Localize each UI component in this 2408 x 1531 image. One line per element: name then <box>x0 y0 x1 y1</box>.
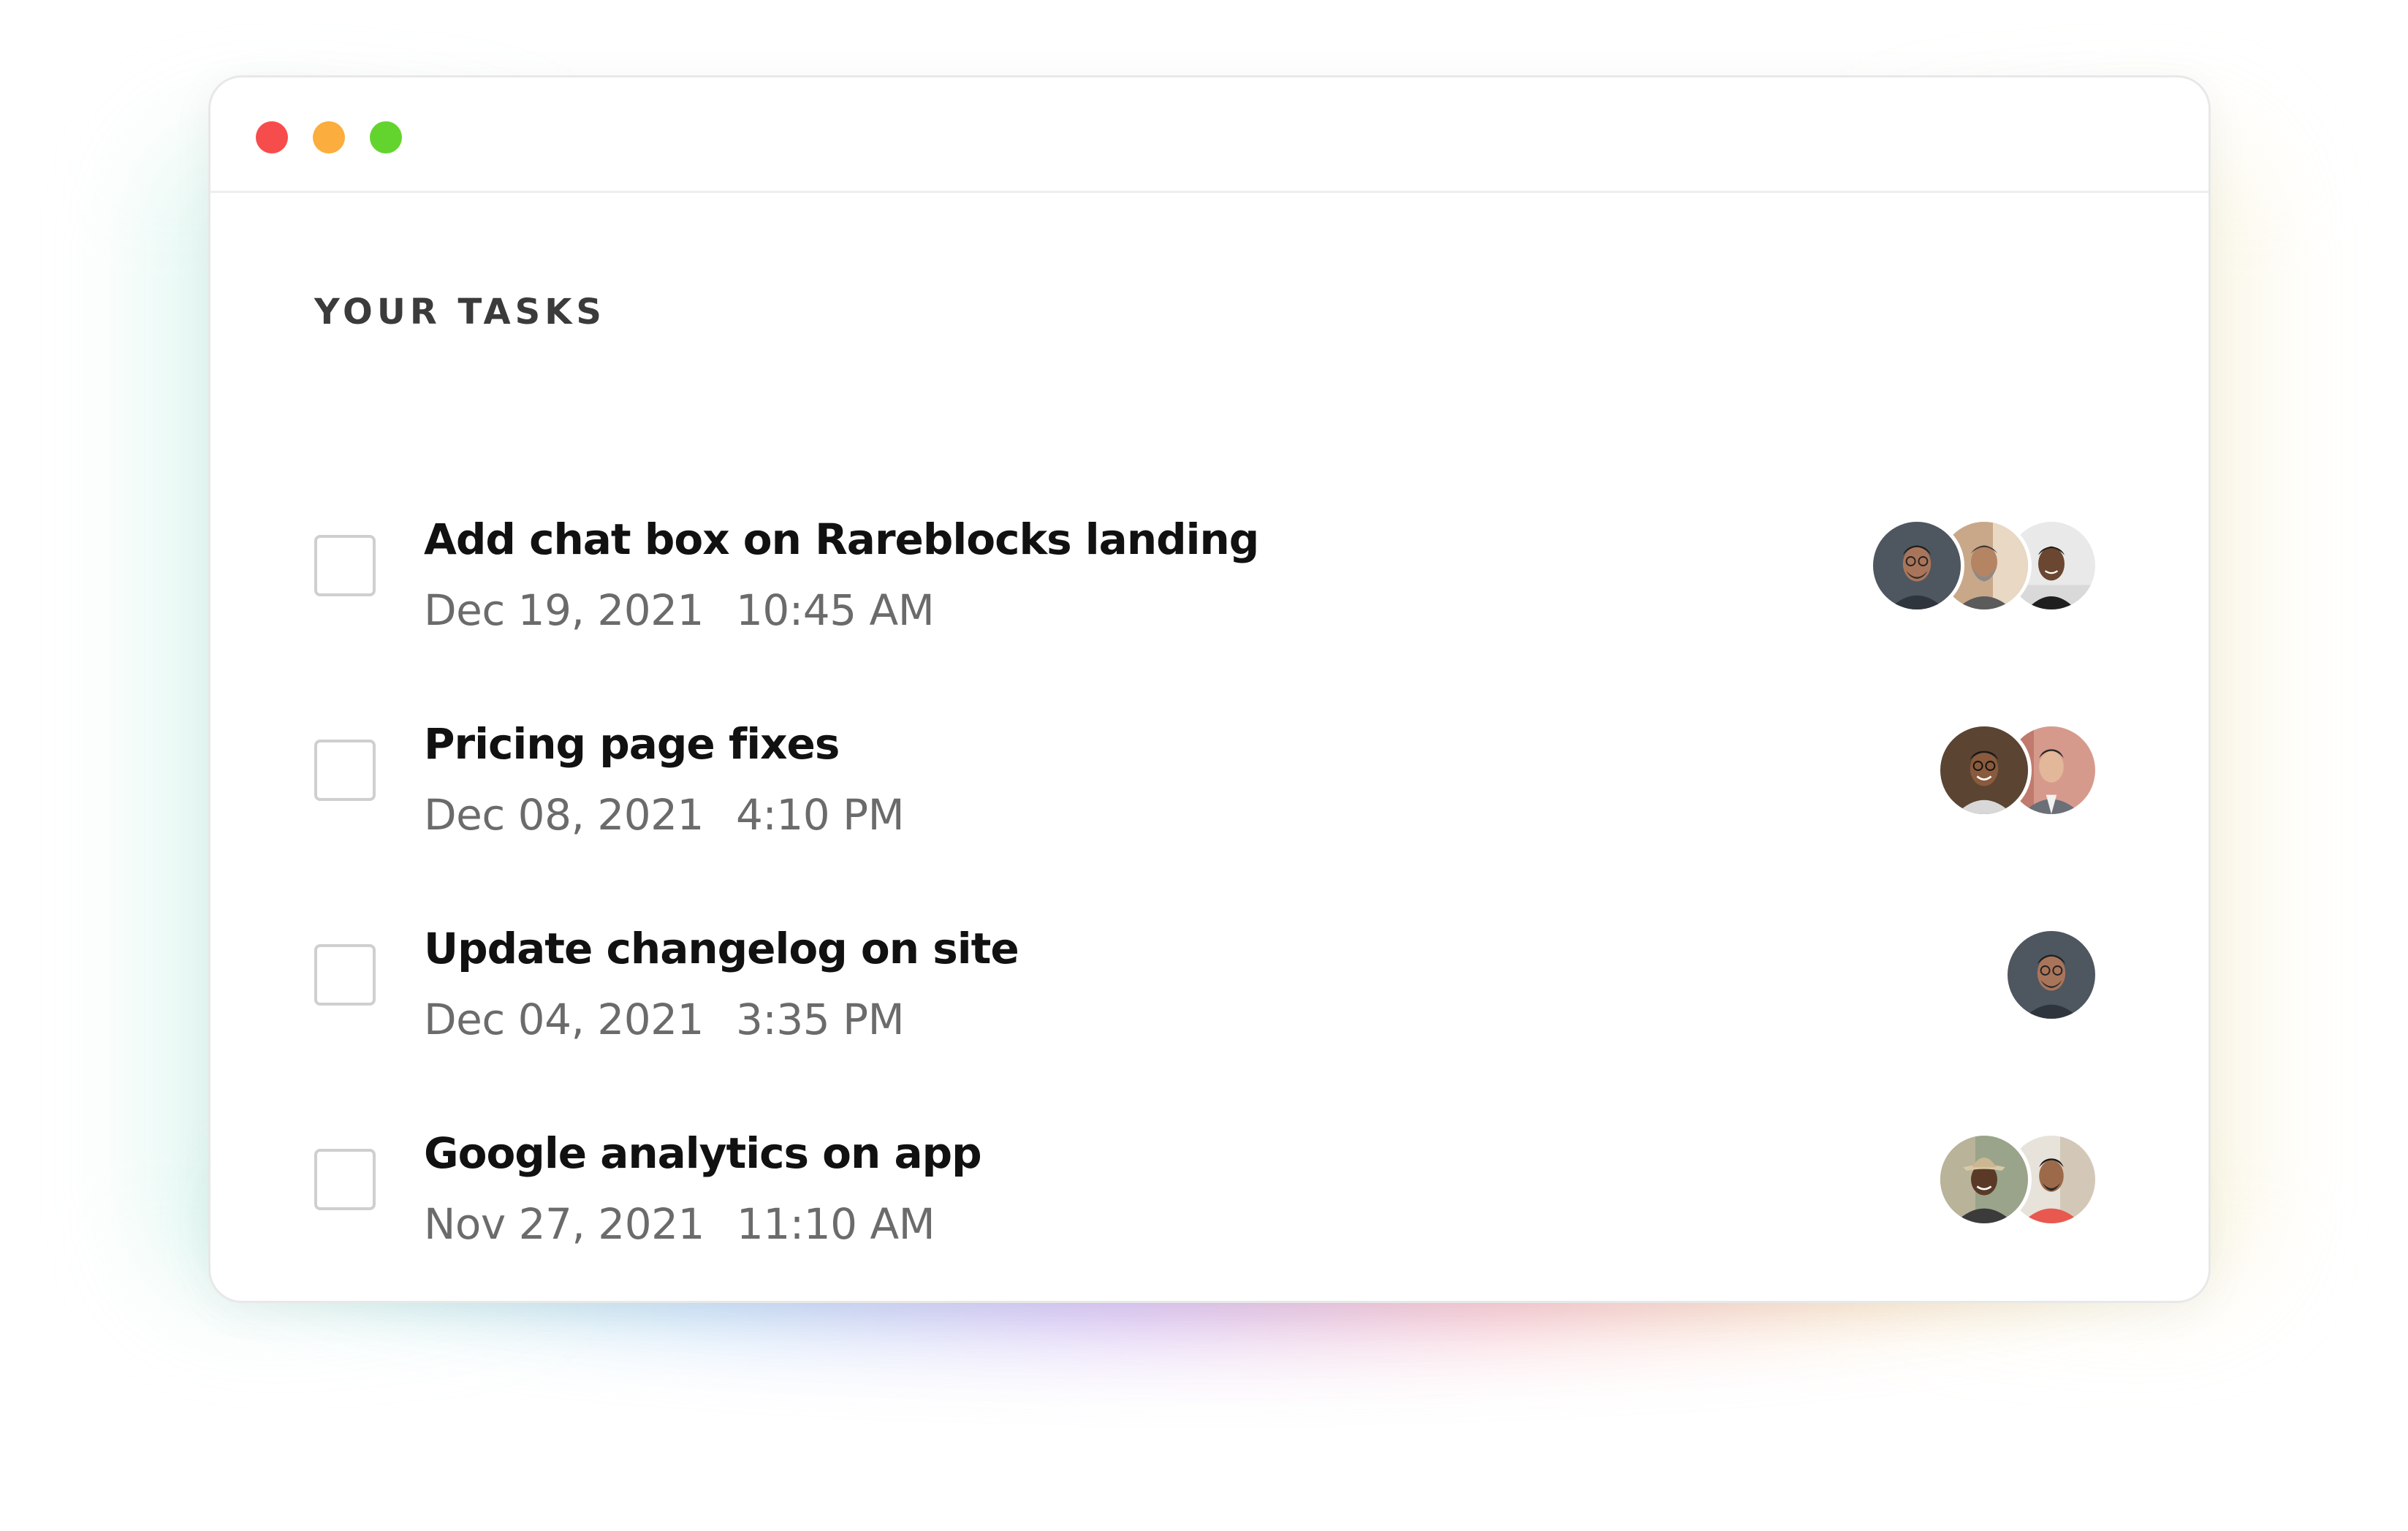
task-item: Update changelog on site Dec 04, 2021 3:3… <box>210 924 2208 1074</box>
task-item: Add chat box on Rareblocks landing Dec 1… <box>210 514 2208 664</box>
assignee-avatars <box>2004 927 2099 1022</box>
avatar-man-glasses[interactable] <box>2004 927 2099 1022</box>
task-time: 11:10 AM <box>736 1199 935 1249</box>
task-meta: Nov 27, 2021 11:10 AM <box>424 1199 935 1249</box>
avatar-man-hat[interactable] <box>1937 1132 2032 1227</box>
task-date: Dec 08, 2021 <box>424 790 704 840</box>
minimize-window-button[interactable] <box>313 121 345 153</box>
assignee-avatars <box>1937 1132 2099 1227</box>
task-date: Dec 19, 2021 <box>424 585 704 635</box>
assignee-avatars <box>1869 518 2099 613</box>
window-titlebar <box>210 77 2208 193</box>
avatar-man-glasses-smiling[interactable] <box>1937 723 2032 818</box>
task-date: Nov 27, 2021 <box>424 1199 704 1249</box>
task-title: Add chat box on Rareblocks landing <box>424 514 1259 564</box>
task-title: Update changelog on site <box>424 924 1019 973</box>
close-window-button[interactable] <box>256 121 288 153</box>
task-checkbox[interactable] <box>314 535 376 596</box>
task-checkbox[interactable] <box>314 1149 376 1210</box>
task-checkbox[interactable] <box>314 740 376 801</box>
task-time: 4:10 PM <box>735 790 905 840</box>
stage: YOUR TASKS Add chat box on Rareblocks la… <box>0 0 2408 1531</box>
app-window: YOUR TASKS Add chat box on Rareblocks la… <box>208 75 2211 1303</box>
task-checkbox[interactable] <box>314 944 376 1006</box>
task-meta: Dec 08, 2021 4:10 PM <box>424 790 905 840</box>
task-title: Pricing page fixes <box>424 719 840 769</box>
task-item: Google analytics on app Nov 27, 2021 11:1… <box>210 1128 2208 1278</box>
task-time: 3:35 PM <box>735 995 905 1044</box>
maximize-window-button[interactable] <box>370 121 402 153</box>
task-meta: Dec 04, 2021 3:35 PM <box>424 995 905 1044</box>
task-meta: Dec 19, 2021 10:45 AM <box>424 585 935 635</box>
task-date: Dec 04, 2021 <box>424 995 704 1044</box>
avatar-man-glasses[interactable] <box>1869 518 1964 613</box>
section-title: YOUR TASKS <box>314 292 606 333</box>
task-time: 10:45 AM <box>735 585 935 635</box>
task-item: Pricing page fixes Dec 08, 2021 4:10 PM <box>210 719 2208 869</box>
task-title: Google analytics on app <box>424 1128 982 1178</box>
assignee-avatars <box>1937 723 2099 818</box>
